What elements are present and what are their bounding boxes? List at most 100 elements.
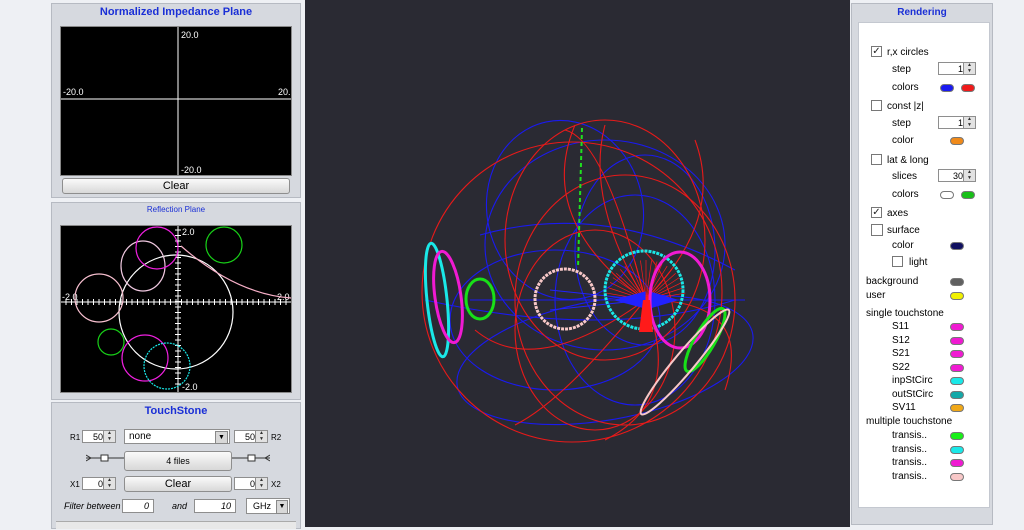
single-touchstone-item-color-swatch[interactable] (950, 323, 964, 331)
reflection-plot[interactable]: 2.0 -2.0 2.0 -2.0 (60, 225, 292, 393)
reflection-circle-magenta-top (135, 226, 179, 270)
reflection-circle-green-top (205, 226, 243, 264)
port2-connector-icon (232, 454, 270, 462)
r1-spinner-arrows[interactable]: ▲ ▼ (103, 430, 115, 442)
filter-label: Filter between (64, 501, 121, 511)
slices-input[interactable]: 30 ▲ ▼ (938, 169, 976, 182)
single-touchstone-item-color-swatch[interactable] (950, 350, 964, 358)
touchstone-clear-button[interactable]: Clear (124, 476, 232, 492)
constz-step-spinner-arrows[interactable]: ▲ ▼ (963, 116, 975, 128)
single-touchstone-item-color-swatch[interactable] (950, 404, 964, 412)
lat-long-label: lat & long (887, 155, 929, 166)
axes-label: axes (887, 208, 909, 219)
r1-input[interactable]: 50 ▲ ▼ (82, 430, 116, 443)
rx-color-swatch-2[interactable] (961, 84, 975, 92)
multiple-touchstone-item-label: transis.. (892, 457, 928, 468)
impedance-axis-left: -20.0 (63, 87, 84, 97)
rx-colors-label: colors (892, 82, 919, 93)
single-touchstone-item-label: outStCirc (892, 388, 934, 400)
user-label: user (866, 290, 886, 301)
impedance-axis-right: 20. (278, 87, 291, 97)
reflection-circle-green-small (97, 328, 125, 356)
r2-label: R2 (271, 433, 282, 442)
single-touchstone-item-label: S12 (892, 334, 910, 346)
single-touchstone-item-label: S11 (892, 321, 910, 332)
background-label: background (866, 276, 919, 287)
constz-color-label: color (892, 135, 914, 146)
single-touchstone-label: single touchstone (866, 308, 944, 319)
surface-checkbox[interactable] (871, 224, 883, 236)
multiple-touchstone-item-label: transis.. (892, 430, 928, 441)
filter-to-input: 10 (194, 499, 236, 513)
user-color-swatch[interactable] (950, 292, 964, 300)
multiple-touchstone-item-color-swatch[interactable] (950, 472, 964, 481)
latlong-colors-label: colors (892, 189, 919, 200)
impedance-plot[interactable]: 20.0 -20.0 20. -20.0 (60, 26, 292, 176)
green-dashed-line (577, 127, 583, 269)
unit-chevron-down-icon[interactable]: ▼ (276, 500, 288, 514)
latlong-color-swatch-2[interactable] (961, 191, 975, 199)
r1-label: R1 (70, 433, 81, 442)
smith-sphere-svg (421, 119, 754, 443)
multiple-touchstone-label: multiple touchstone (866, 416, 953, 427)
single-touchstone-item-label: inpStCirc (892, 375, 933, 386)
port1-connector-icon (86, 454, 124, 462)
rx-color-swatch-1[interactable] (940, 84, 954, 92)
x1-spinner-arrows[interactable]: ▲ ▼ (103, 477, 115, 489)
multiple-touchstone-item-color-swatch[interactable] (950, 432, 964, 440)
chevron-down-icon[interactable]: ▼ (215, 431, 228, 444)
impedance-axis-bottom: -20.0 (181, 165, 202, 175)
reflection-panel: Reflection Plane 2.0 -2.0 2.0 -2.0 (51, 202, 301, 400)
const-z-label: const |z| (887, 101, 924, 112)
axes-checkbox[interactable]: ✓ (871, 207, 882, 218)
constz-step-label: step (892, 118, 911, 129)
latlong-color-swatch-1[interactable] (940, 191, 954, 199)
reflection-circle-pink-left (74, 273, 124, 323)
single-touchstone-item-label: SV11 (892, 402, 916, 413)
light-checkbox[interactable] (892, 256, 903, 267)
single-touchstone-item-label: S22 (892, 361, 910, 373)
x2-spinner-arrows[interactable]: ▲ ▼ (255, 477, 267, 489)
multiple-touchstone-item-label: transis.. (892, 470, 928, 482)
rx-step-input[interactable]: 1 ▲ ▼ (938, 62, 976, 75)
reflection-axis-bottom: -2.0 (182, 382, 198, 392)
unit-select[interactable]: GHz ▼ (246, 498, 290, 514)
r2-spinner-arrows[interactable]: ▲ ▼ (255, 430, 267, 442)
reflection-plot-svg: 2.0 -2.0 2.0 -2.0 (61, 226, 291, 392)
x2-input[interactable]: 0 ▲ ▼ (234, 477, 268, 490)
touchstone-bottom-bar (56, 521, 296, 529)
const-z-checkbox[interactable] (871, 100, 882, 111)
and-label: and (172, 501, 188, 511)
reflection-curve-pink-right (180, 245, 291, 299)
multiple-touchstone-item-color-swatch[interactable] (950, 459, 964, 467)
single-touchstone-item-color-swatch[interactable] (950, 390, 964, 399)
rx-circles-label: r,x circles (887, 47, 929, 58)
single-touchstone-item-color-swatch[interactable] (950, 336, 964, 345)
x1-label: X1 (70, 480, 80, 489)
light-label: light (909, 257, 928, 268)
source-select[interactable]: none ▼ (124, 429, 230, 444)
single-touchstone-item-label: S21 (892, 348, 910, 359)
rx-step-spinner-arrows[interactable]: ▲ ▼ (963, 62, 975, 74)
reflection-axis-top: 2.0 (182, 227, 195, 237)
touchstone-traces (423, 241, 731, 416)
rx-step-label: step (892, 64, 911, 75)
trace-green-left (464, 277, 496, 321)
impedance-clear-button[interactable]: Clear (62, 178, 290, 194)
reflection-axis-ticks (65, 229, 287, 385)
r2-input[interactable]: 50 ▲ ▼ (234, 430, 268, 443)
surface-color-swatch[interactable] (950, 242, 964, 250)
single-touchstone-item-color-swatch[interactable] (950, 377, 964, 385)
smith-sphere-viewport[interactable] (305, 0, 850, 527)
slices-spinner-arrows[interactable]: ▲ ▼ (963, 169, 975, 181)
constz-color-swatch[interactable] (950, 137, 964, 145)
lat-long-checkbox[interactable] (871, 154, 882, 165)
background-color-swatch[interactable] (950, 278, 964, 286)
trace-green-right (683, 306, 727, 374)
files-button[interactable]: 4 files (124, 451, 232, 471)
constz-step-input[interactable]: 1 ▲ ▼ (938, 116, 976, 129)
single-touchstone-item-color-swatch[interactable] (950, 363, 964, 372)
x1-input[interactable]: 0 ▲ ▼ (82, 477, 116, 490)
multiple-touchstone-item-color-swatch[interactable] (950, 445, 964, 454)
rx-circles-checkbox[interactable]: ✓ (871, 46, 882, 57)
